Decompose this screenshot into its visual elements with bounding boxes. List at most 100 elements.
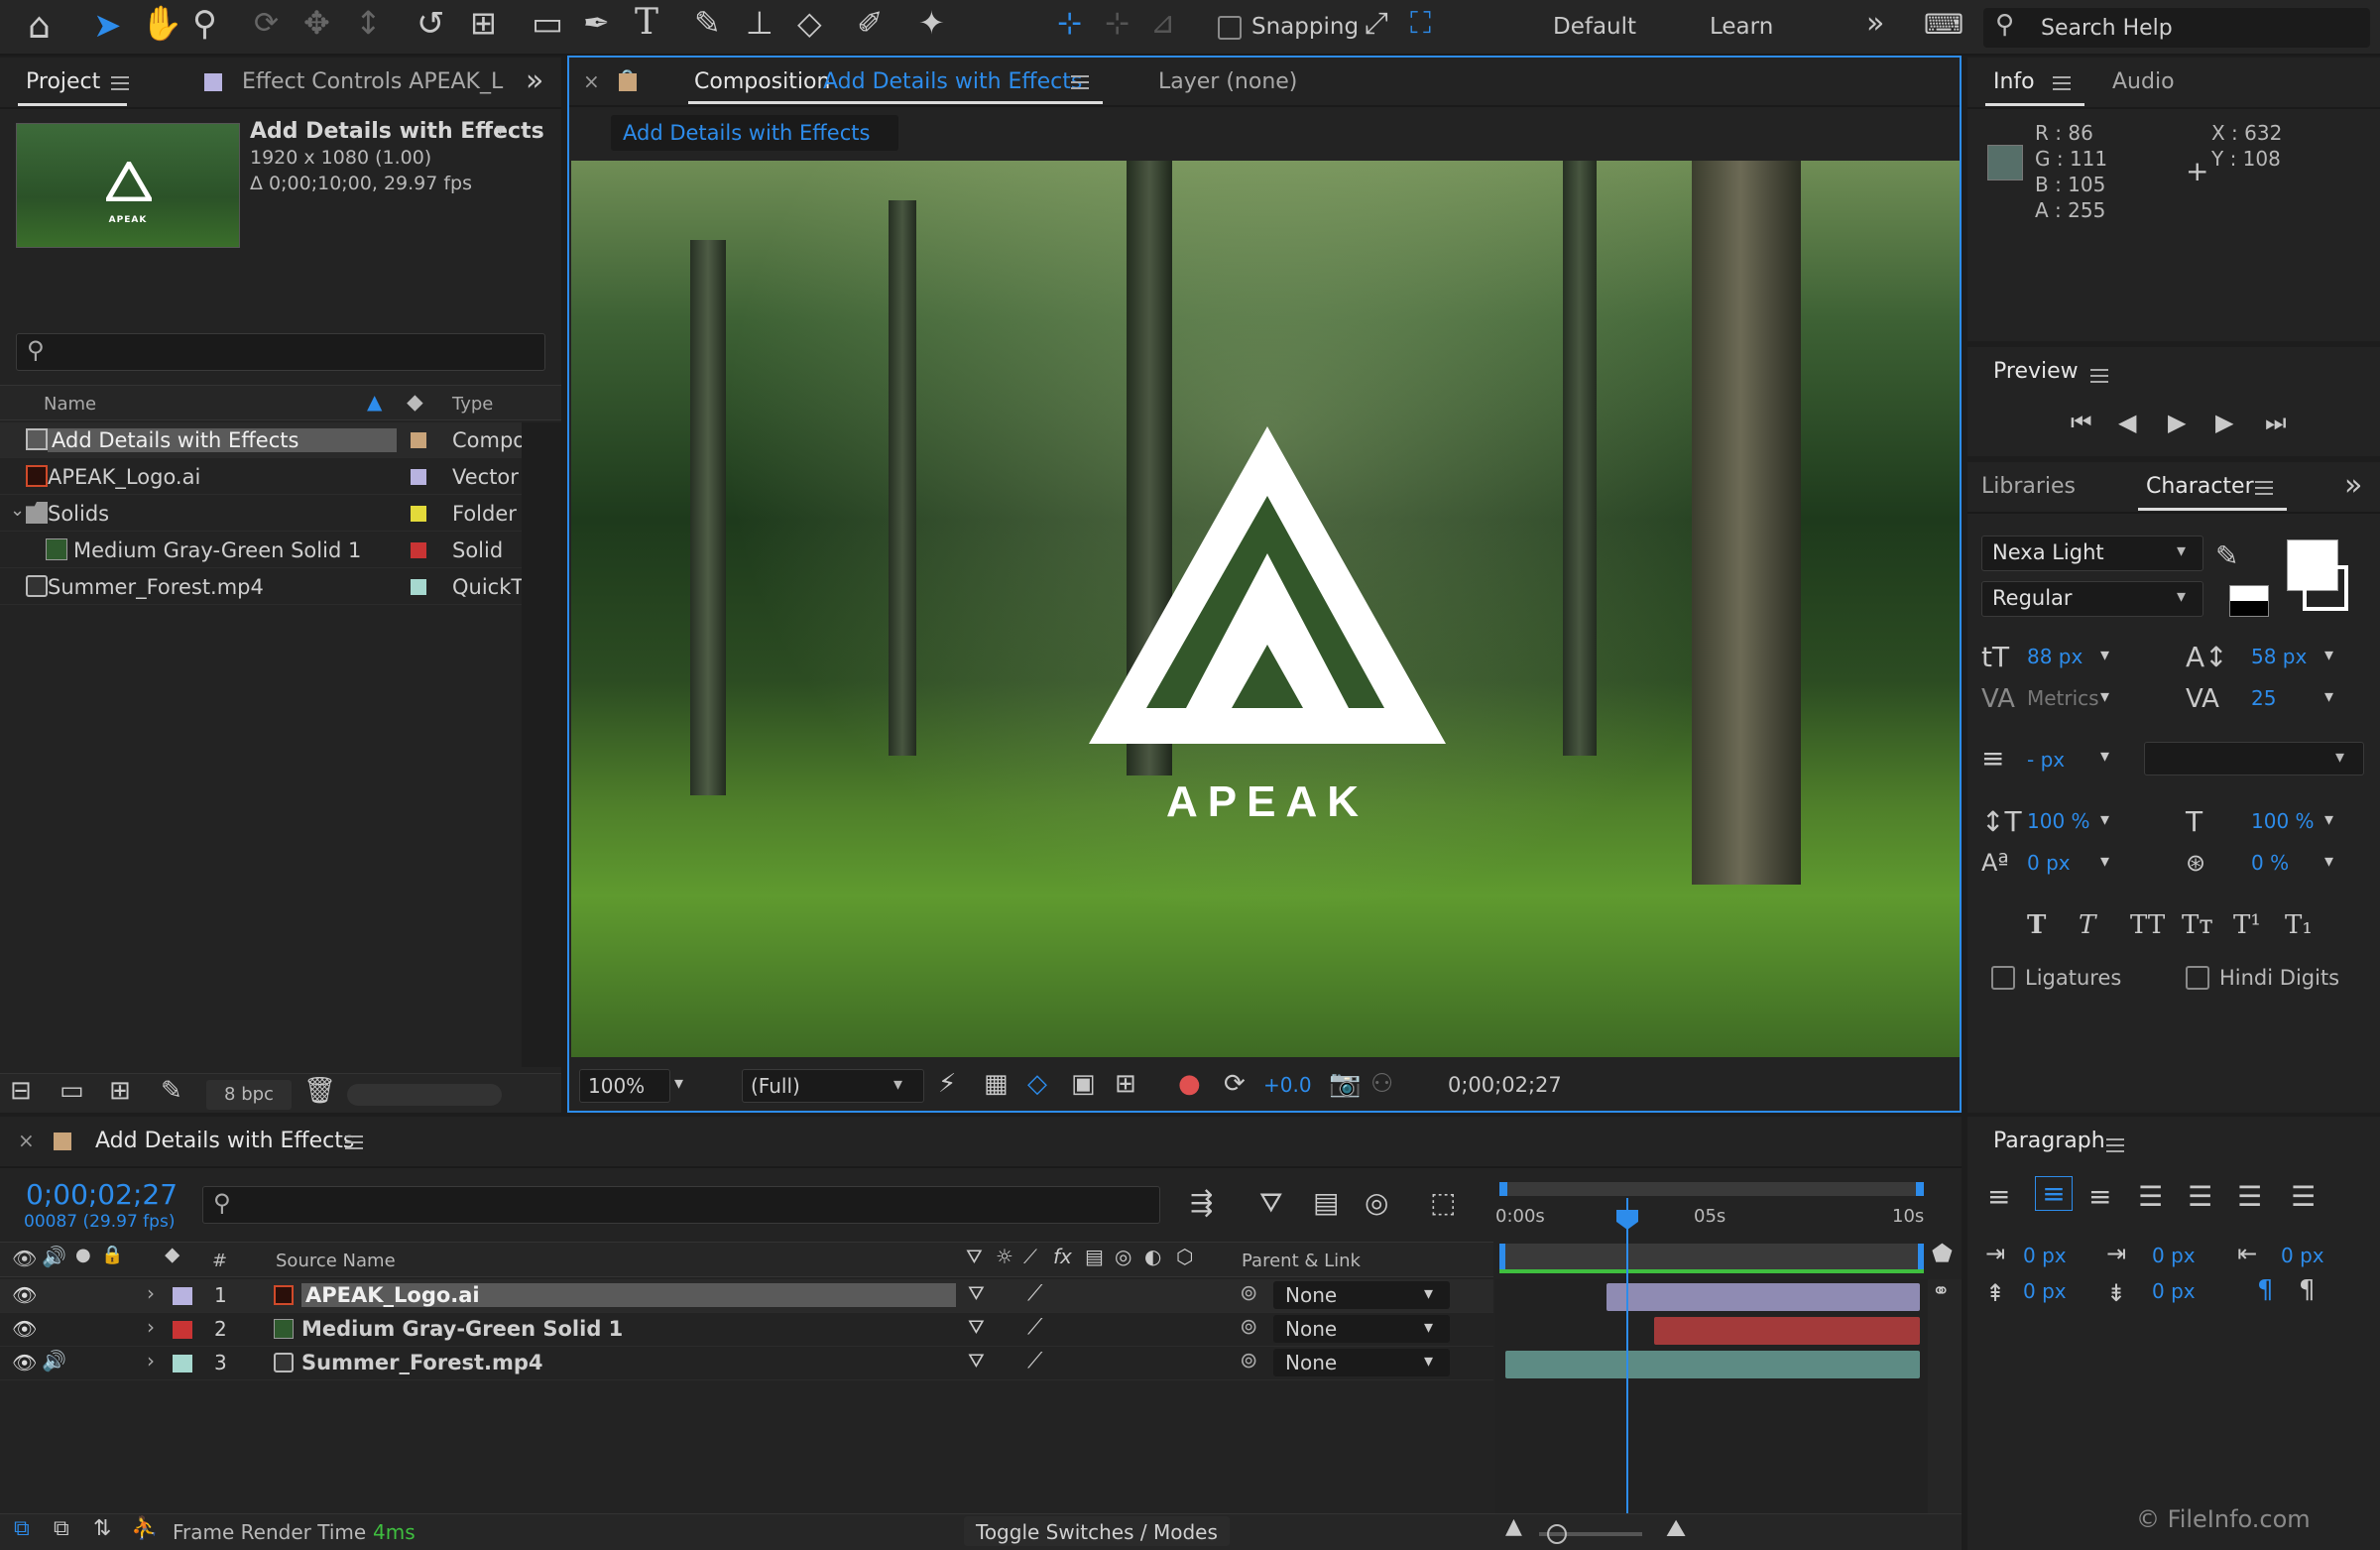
font-family-dropdown[interactable]: Nexa Light ▾ — [1981, 536, 2203, 571]
time-ruler[interactable]: 0:00s 05s 10s — [1495, 1182, 1928, 1277]
indent-left-value[interactable]: 0 px — [2023, 1244, 2067, 1267]
new-composition-icon[interactable]: ⊞ — [109, 1076, 131, 1106]
superscript-icon[interactable]: T¹ — [2233, 910, 2261, 940]
project-item-row[interactable]: Summer_Forest.mp4 QuickTi — [0, 569, 561, 605]
link-icon[interactable]: ⚭ — [1932, 1279, 1950, 1304]
layer-label-swatch[interactable] — [173, 1287, 192, 1305]
previous-frame-icon[interactable]: ◀ — [2118, 409, 2136, 436]
layer-duration-bar[interactable] — [1606, 1283, 1920, 1311]
resolution-dropdown[interactable]: (Full) ▾ — [742, 1069, 924, 1103]
timeline-timecode[interactable]: 0;00;02;27 — [26, 1178, 178, 1211]
shy-switch-icon[interactable]: ⛛ — [968, 1315, 985, 1339]
eyedropper-icon[interactable]: ✎ — [2215, 539, 2238, 572]
snapping-options-icon[interactable]: ⤢ — [1365, 6, 1388, 41]
panel-overflow-icon[interactable]: » — [2344, 468, 2362, 503]
layer-label-swatch[interactable] — [173, 1355, 192, 1372]
tab-layer[interactable]: Layer (none) — [1158, 69, 1297, 94]
horizontal-scale-value[interactable]: 100 % — [2251, 809, 2315, 833]
work-area-bar[interactable] — [1499, 1182, 1924, 1196]
tab-effect-controls[interactable]: Effect Controls APEAK_L — [242, 69, 503, 94]
tab-character[interactable]: Character — [2146, 474, 2254, 499]
shy-switch-icon[interactable]: ⛛ — [968, 1349, 985, 1372]
small-caps-icon[interactable]: Tт — [2182, 910, 2213, 940]
tab-audio[interactable]: Audio — [2112, 69, 2175, 94]
play-icon[interactable]: ▶ — [2168, 409, 2186, 436]
snapping-checkbox[interactable] — [1218, 16, 1242, 40]
home-icon[interactable]: ⌂ — [28, 6, 51, 47]
search-help-field[interactable]: ⚲ Search Help — [1983, 8, 2370, 48]
eye-icon[interactable]: 👁 — [12, 1317, 37, 1341]
timeline-search-input[interactable]: ⚲ — [202, 1186, 1160, 1224]
pickwhip-icon[interactable]: ⊚ — [1240, 1281, 1257, 1306]
eraser-tool-icon[interactable]: ◇ — [797, 4, 822, 42]
disclosure-triangle-icon[interactable]: › — [147, 1281, 155, 1305]
close-tab-icon[interactable]: × — [18, 1129, 35, 1152]
project-item-row[interactable]: APEAK_Logo.ai Vector — [0, 459, 561, 495]
disclosure-triangle-icon[interactable]: › — [147, 1349, 155, 1372]
chevron-down-icon[interactable]: ▾ — [2324, 851, 2333, 872]
layer-label-swatch[interactable] — [173, 1321, 192, 1339]
show-snapshot-icon[interactable]: ⚇ — [1370, 1069, 1393, 1099]
render-layers-icon[interactable]: ⧉ — [14, 1516, 30, 1541]
dolly-camera-icon[interactable]: ↕ — [355, 4, 382, 42]
space-after-value[interactable]: 0 px — [2152, 1279, 2196, 1303]
zoom-tool-icon[interactable]: ⚲ — [192, 4, 217, 44]
zoom-in-icon[interactable]: ⛰ — [1666, 1514, 1686, 1542]
pen-tool-icon[interactable]: ✒ — [583, 4, 610, 42]
layer-row[interactable]: 👁 › 2 Medium Gray-Green Solid 1 ⛛ ⟋ ⊚ None ▾ — [0, 1313, 1493, 1347]
chevron-down-icon[interactable]: ▾ — [2100, 645, 2109, 665]
transparency-grid-icon[interactable]: ▦ — [984, 1069, 1009, 1099]
comp-breadcrumb[interactable]: Add Details with Effects — [611, 115, 898, 151]
composition-viewer[interactable]: APEAK — [571, 161, 1960, 1057]
chevron-down-icon[interactable]: ▾ — [674, 1073, 683, 1094]
stroke-style-dropdown[interactable]: ▾ — [2144, 742, 2364, 775]
parent-dropdown[interactable]: None ▾ — [1273, 1281, 1450, 1309]
render-time-icon[interactable]: ⛹ — [131, 1516, 158, 1541]
leading-value[interactable]: 58 px — [2251, 645, 2307, 668]
indent-first-value[interactable]: 0 px — [2152, 1244, 2196, 1267]
indent-right-value[interactable]: 0 px — [2281, 1244, 2324, 1267]
pickwhip-icon[interactable]: ⊚ — [1240, 1315, 1257, 1340]
justify-all-icon[interactable]: ☰ — [2291, 1180, 2316, 1213]
parent-dropdown[interactable]: None ▾ — [1273, 1315, 1450, 1343]
interpret-footage-icon[interactable]: ⊟ — [10, 1076, 32, 1106]
axis-view-icon[interactable]: ⊿ — [1150, 6, 1175, 41]
project-search-input[interactable]: ⚲ — [16, 333, 545, 371]
more-workspaces-icon[interactable]: » — [1866, 6, 1884, 41]
pan-behind-tool-icon[interactable]: ⊞ — [470, 4, 497, 42]
column-parent-link[interactable]: Parent & Link — [1242, 1251, 1361, 1271]
stroke-color-swatch[interactable] — [2303, 565, 2348, 611]
label-color-swatch[interactable] — [411, 432, 426, 448]
comp-dropdown-icon[interactable]: ▾ — [496, 119, 505, 140]
layer-duration-bar[interactable] — [1505, 1351, 1920, 1378]
disclosure-triangle-icon[interactable]: ⌄ — [10, 500, 25, 521]
hand-tool-icon[interactable]: ✋ — [141, 4, 182, 44]
puppet-pin-tool-icon[interactable]: ✦ — [918, 4, 945, 42]
brush-tool-icon[interactable]: ✎ — [694, 4, 721, 42]
next-frame-icon[interactable]: ▶ — [2215, 409, 2233, 436]
zoom-dropdown[interactable]: 100% — [579, 1069, 670, 1103]
exposure-value[interactable]: +0.0 — [1263, 1073, 1312, 1097]
first-frame-icon[interactable]: ⏮ — [2071, 409, 2092, 436]
eye-icon[interactable]: 👁 — [12, 1351, 37, 1374]
composition-menu-icon[interactable] — [1071, 75, 1089, 93]
tab-composition-name[interactable]: Add Details with Effects — [823, 69, 1082, 94]
project-item-row[interactable]: Medium Gray-Green Solid 1 Solid — [0, 533, 561, 568]
project-settings-icon[interactable]: ✎ — [161, 1076, 182, 1106]
font-style-dropdown[interactable]: Regular ▾ — [1981, 581, 2203, 617]
tab-info[interactable]: Info — [1993, 69, 2035, 94]
tab-libraries[interactable]: Libraries — [1981, 474, 2076, 499]
channels-icon[interactable]: ● — [1178, 1069, 1201, 1099]
align-right-icon[interactable]: ≡ — [2088, 1180, 2111, 1213]
toggle-switches-modes[interactable]: Toggle Switches / Modes — [964, 1516, 1230, 1546]
vertical-scale-value[interactable]: 100 % — [2027, 809, 2090, 833]
justify-left-icon[interactable]: ☰ — [2138, 1180, 2163, 1213]
faux-bold-icon[interactable]: T — [2027, 910, 2046, 940]
disclosure-triangle-icon[interactable]: › — [147, 1315, 155, 1339]
justify-right-icon[interactable]: ☰ — [2237, 1180, 2262, 1213]
graph-editor-icon[interactable]: ⬚ — [1430, 1186, 1456, 1219]
playhead[interactable] — [1626, 1198, 1628, 1517]
zoom-out-icon[interactable]: ▲ — [1505, 1514, 1522, 1539]
tab-composition-label[interactable]: Composition — [694, 69, 830, 94]
trash-icon[interactable]: 🗑 — [303, 1076, 336, 1106]
